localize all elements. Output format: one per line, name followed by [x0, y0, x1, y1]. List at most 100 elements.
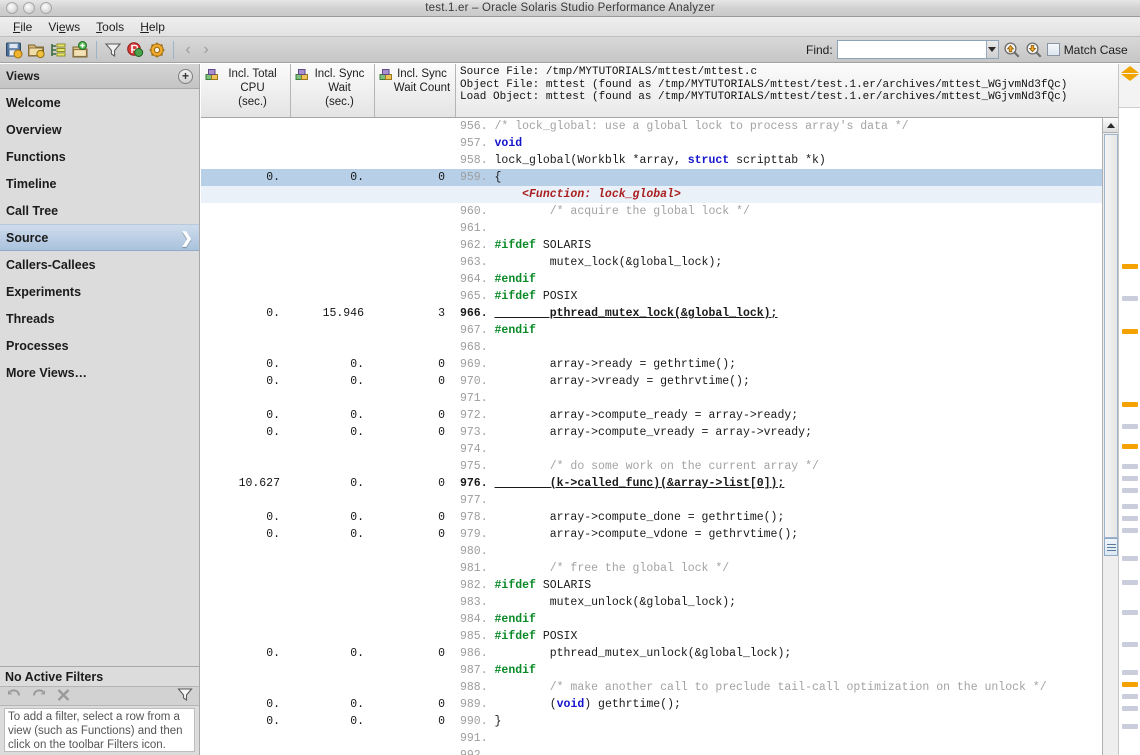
- rail-marker-orange[interactable]: [1122, 682, 1138, 687]
- open-experiment-icon[interactable]: [25, 39, 47, 61]
- source-line-row[interactable]: 963. mutex_lock(&global_lock);: [201, 254, 1118, 271]
- source-line-row[interactable]: 957. void: [201, 135, 1118, 152]
- column-header-incl-sync-wait-count[interactable]: Incl. SyncWait Count: [375, 64, 456, 117]
- source-line-row[interactable]: 983. mutex_unlock(&global_lock);: [201, 594, 1118, 611]
- search-up-icon[interactable]: [1003, 41, 1021, 59]
- rail-marker-gray[interactable]: [1122, 424, 1138, 429]
- presets-icon[interactable]: [124, 39, 146, 61]
- source-line-row[interactable]: 0.15.9463966. pthread_mutex_lock(&global…: [201, 305, 1118, 322]
- rail-marker-gray[interactable]: [1122, 642, 1138, 647]
- undo-icon[interactable]: [6, 688, 22, 705]
- menu-help[interactable]: Help: [133, 18, 172, 36]
- scrollbar-grip[interactable]: [1104, 538, 1118, 556]
- rail-marker-gray[interactable]: [1122, 476, 1138, 481]
- source-line-row[interactable]: 975. /* do some work on the current arra…: [201, 458, 1118, 475]
- minimize-window-button[interactable]: [23, 2, 35, 14]
- navigate-forward-button[interactable]: ›: [197, 41, 215, 59]
- sidebar-item-callers-callees[interactable]: Callers-Callees: [0, 251, 199, 278]
- sidebar-item-functions[interactable]: Functions: [0, 143, 199, 170]
- source-line-row[interactable]: 960. /* acquire the global lock */: [201, 203, 1118, 220]
- menu-views[interactable]: Views: [41, 18, 87, 36]
- source-line-row[interactable]: 985. #ifdef POSIX: [201, 628, 1118, 645]
- find-history-dropdown[interactable]: [986, 41, 998, 58]
- source-line-row[interactable]: 958. lock_global(Workblk *array, struct …: [201, 152, 1118, 169]
- source-vertical-scrollbar[interactable]: [1102, 118, 1118, 755]
- menu-file[interactable]: File: [6, 18, 39, 36]
- find-field-wrapper[interactable]: [837, 40, 999, 59]
- rail-marker-gray[interactable]: [1122, 528, 1138, 533]
- sidebar-item-welcome[interactable]: Welcome: [0, 89, 199, 116]
- source-line-row[interactable]: 988. /* make another call to preclude ta…: [201, 679, 1118, 696]
- source-line-row[interactable]: 981. /* free the global lock */: [201, 560, 1118, 577]
- rail-marker-gray[interactable]: [1122, 504, 1138, 509]
- sidebar-item-processes[interactable]: Processes: [0, 332, 199, 359]
- source-line-row[interactable]: 0.0.0990. }: [201, 713, 1118, 730]
- rail-marker-gray[interactable]: [1122, 706, 1138, 711]
- source-line-row[interactable]: 0.0.0978. array->compute_done = gethrtim…: [201, 509, 1118, 526]
- source-line-row[interactable]: 961.: [201, 220, 1118, 237]
- rail-marker-orange[interactable]: [1122, 264, 1138, 269]
- menu-tools[interactable]: Tools: [89, 18, 131, 36]
- marker-rail[interactable]: [1118, 64, 1140, 755]
- sidebar-item-source[interactable]: Source❯: [0, 224, 199, 251]
- rail-marker-gray[interactable]: [1122, 724, 1138, 729]
- source-line-row[interactable]: 971.: [201, 390, 1118, 407]
- next-hot-line-icon[interactable]: [1121, 74, 1139, 81]
- sidebar-item-experiments[interactable]: Experiments: [0, 278, 199, 305]
- previous-hot-line-icon[interactable]: [1121, 66, 1139, 73]
- rail-marker-gray[interactable]: [1122, 464, 1138, 469]
- source-line-row[interactable]: 10.6270.0976. (k->called_func)(&array->l…: [201, 475, 1118, 492]
- rail-marker-gray[interactable]: [1122, 694, 1138, 699]
- navigate-back-button[interactable]: ‹: [179, 41, 197, 59]
- source-line-row[interactable]: 977.: [201, 492, 1118, 509]
- filter-icon[interactable]: [177, 687, 193, 705]
- rail-marker-gray[interactable]: [1122, 670, 1138, 675]
- rail-marker-orange[interactable]: [1122, 444, 1138, 449]
- source-line-row[interactable]: 962. #ifdef SOLARIS: [201, 237, 1118, 254]
- source-line-row[interactable]: 0.0.0989. (void) gethrtime();: [201, 696, 1118, 713]
- rail-marker-gray[interactable]: [1122, 516, 1138, 521]
- rail-marker-gray[interactable]: [1122, 610, 1138, 615]
- column-header-incl-total-cpu[interactable]: Incl. TotalCPU(sec.): [201, 64, 291, 117]
- source-line-row[interactable]: 991.: [201, 730, 1118, 747]
- sidebar-item-more-views[interactable]: More Views…: [0, 359, 199, 386]
- sidebar-item-threads[interactable]: Threads: [0, 305, 199, 332]
- search-down-icon[interactable]: [1025, 41, 1043, 59]
- save-experiment-icon[interactable]: [3, 39, 25, 61]
- source-line-row[interactable]: 0.0.0986. pthread_mutex_unlock(&global_l…: [201, 645, 1118, 662]
- source-line-row[interactable]: 992.: [201, 747, 1118, 755]
- scrollbar-thumb[interactable]: [1104, 134, 1118, 538]
- close-window-button[interactable]: [6, 2, 18, 14]
- source-line-row[interactable]: <Function: lock_global>: [201, 186, 1118, 203]
- source-line-row[interactable]: 0.0.0969. array->ready = gethrtime();: [201, 356, 1118, 373]
- rail-marker-gray[interactable]: [1122, 488, 1138, 493]
- sidebar-item-call-tree[interactable]: Call Tree: [0, 197, 199, 224]
- source-line-row[interactable]: 956. /* lock_global: use a global lock t…: [201, 118, 1118, 135]
- window-controls[interactable]: [6, 2, 52, 14]
- sidebar-item-overview[interactable]: Overview: [0, 116, 199, 143]
- source-line-row[interactable]: 964. #endif: [201, 271, 1118, 288]
- source-line-row[interactable]: 982. #ifdef SOLARIS: [201, 577, 1118, 594]
- filters-icon[interactable]: [102, 39, 124, 61]
- sidebar-item-timeline[interactable]: Timeline: [0, 170, 199, 197]
- find-input[interactable]: [838, 41, 986, 58]
- match-case-checkbox[interactable]: [1047, 43, 1060, 56]
- rail-marker-gray[interactable]: [1122, 556, 1138, 561]
- add-experiment-icon[interactable]: [69, 39, 91, 61]
- source-line-row[interactable]: 0.0.0979. array->compute_vdone = gethrvt…: [201, 526, 1118, 543]
- rail-marker-gray[interactable]: [1122, 580, 1138, 585]
- rail-marker-orange[interactable]: [1122, 329, 1138, 334]
- clear-filter-icon[interactable]: [56, 688, 71, 705]
- maximize-window-button[interactable]: [40, 2, 52, 14]
- source-line-row[interactable]: 987. #endif: [201, 662, 1118, 679]
- rail-marker-orange[interactable]: [1122, 402, 1138, 407]
- source-line-row[interactable]: 0.0.0972. array->compute_ready = array->…: [201, 407, 1118, 424]
- scroll-up-button[interactable]: [1103, 118, 1118, 133]
- source-line-row[interactable]: 0.0.0973. array->compute_vready = array-…: [201, 424, 1118, 441]
- compare-experiments-icon[interactable]: [47, 39, 69, 61]
- source-line-row[interactable]: 980.: [201, 543, 1118, 560]
- rail-marker-gray[interactable]: [1122, 296, 1138, 301]
- source-line-row[interactable]: 967. #endif: [201, 322, 1118, 339]
- source-line-row[interactable]: 974.: [201, 441, 1118, 458]
- settings-gear-icon[interactable]: [146, 39, 168, 61]
